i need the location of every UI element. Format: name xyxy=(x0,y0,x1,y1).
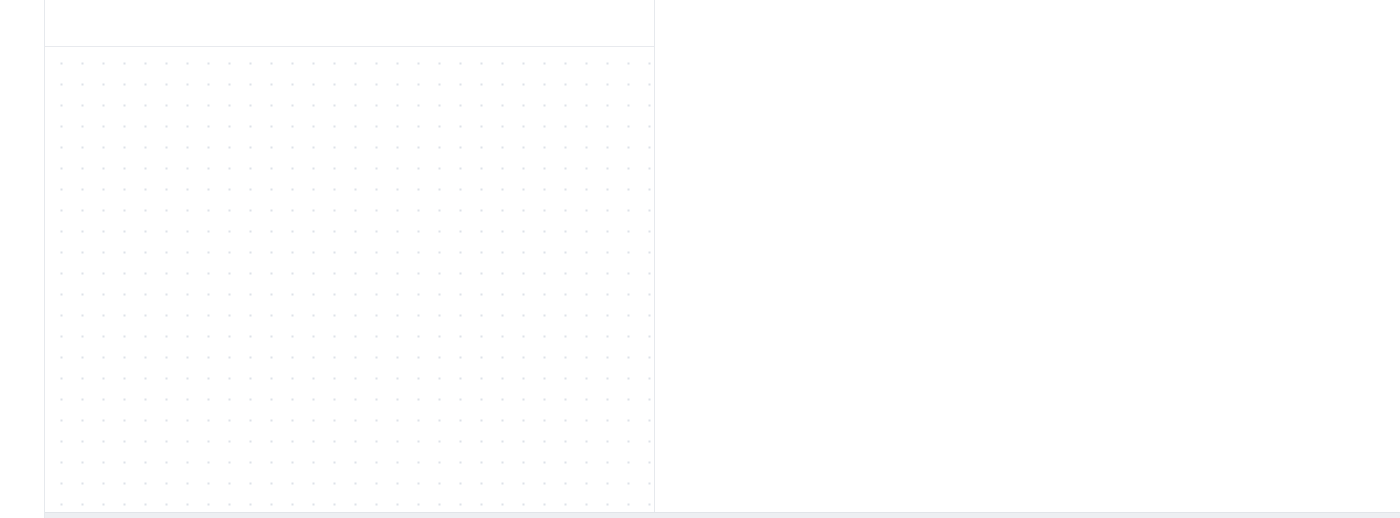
dependency-graph-canvas[interactable] xyxy=(45,47,654,513)
close-icon[interactable] xyxy=(610,12,632,34)
footer-strip xyxy=(45,512,1400,518)
dependencies-panel xyxy=(45,0,655,518)
notebook-area xyxy=(656,0,1400,518)
dependencies-panel-header xyxy=(45,0,654,47)
activity-sidebar xyxy=(0,0,45,518)
